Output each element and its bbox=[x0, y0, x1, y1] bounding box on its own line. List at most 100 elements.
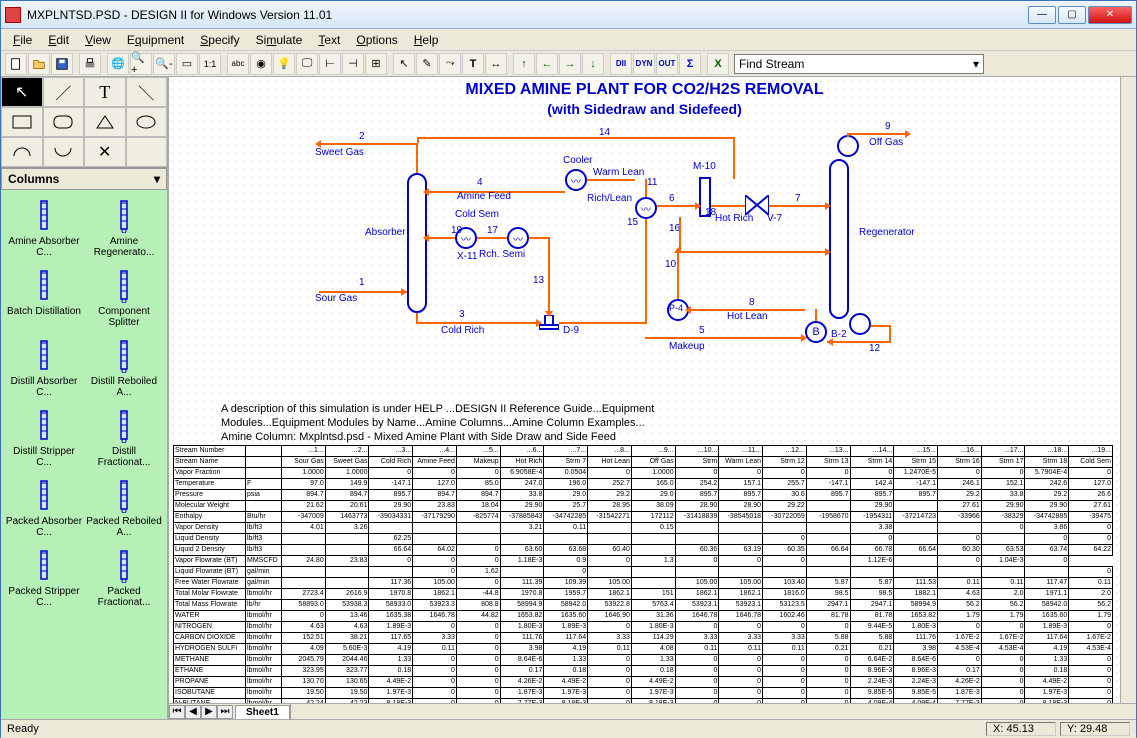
column-item[interactable]: Component Splitter bbox=[85, 264, 163, 332]
arrow-right-icon[interactable]: → bbox=[559, 53, 581, 75]
zoom-fit-icon[interactable]: ▭ bbox=[176, 53, 198, 75]
vertical-scrollbar[interactable] bbox=[1120, 77, 1136, 703]
menu-edit[interactable]: Edit bbox=[40, 31, 77, 49]
pointer-icon[interactable]: ↖ bbox=[393, 53, 415, 75]
sheet-nav-next[interactable]: ▶ bbox=[201, 705, 217, 719]
out-icon[interactable]: OUT bbox=[656, 53, 678, 75]
arc2-tool[interactable] bbox=[43, 137, 85, 167]
text-icon[interactable]: T bbox=[462, 53, 484, 75]
menu-specify[interactable]: Specify bbox=[192, 31, 247, 49]
regen-condenser[interactable] bbox=[837, 135, 859, 157]
pencil-tool[interactable]: ／ bbox=[43, 77, 85, 107]
align-left-icon[interactable]: ⊢ bbox=[319, 53, 341, 75]
monitor-icon[interactable]: 🖵 bbox=[296, 53, 318, 75]
blank-tool[interactable] bbox=[126, 137, 168, 167]
excel-icon[interactable]: X bbox=[707, 53, 729, 75]
column-item[interactable]: Packed Reboiled A... bbox=[85, 474, 163, 542]
arrow-down-icon[interactable]: ↓ bbox=[582, 53, 604, 75]
flowsheet-canvas[interactable]: MIXED AMINE PLANT FOR CO2/H2S REMOVAL (w… bbox=[169, 77, 1120, 703]
new-icon[interactable] bbox=[5, 53, 27, 75]
sheet-nav-last[interactable]: ⏭ bbox=[217, 705, 233, 719]
dii-icon[interactable]: DII bbox=[610, 53, 632, 75]
column-item[interactable]: Distill Absorber C... bbox=[5, 334, 83, 402]
arrow-up-icon[interactable]: ↑ bbox=[513, 53, 535, 75]
column-label: Amine Regenerato... bbox=[85, 236, 163, 258]
s13-label: 13 bbox=[533, 275, 544, 286]
align-center-icon[interactable]: ⊣ bbox=[342, 53, 364, 75]
open-icon[interactable] bbox=[28, 53, 50, 75]
grid-icon[interactable]: ⊞ bbox=[365, 53, 387, 75]
pointer-tool[interactable]: ↖ bbox=[1, 77, 43, 107]
pencil-icon[interactable]: ✎ bbox=[416, 53, 438, 75]
zoom-11-icon[interactable]: 1:1 bbox=[199, 53, 221, 75]
arc-tool[interactable] bbox=[1, 137, 43, 167]
column-item[interactable]: Distill Fractionat... bbox=[85, 404, 163, 472]
triangle-tool[interactable] bbox=[84, 107, 126, 137]
menu-help[interactable]: Help bbox=[406, 31, 447, 49]
v7-unit[interactable] bbox=[745, 195, 769, 215]
column-item[interactable]: Amine Absorber C... bbox=[5, 194, 83, 262]
print-icon[interactable] bbox=[79, 53, 101, 75]
maximize-button[interactable]: ▢ bbox=[1058, 6, 1086, 24]
sheet-nav-first[interactable]: ⏮ bbox=[169, 705, 185, 719]
column-item[interactable]: Packed Absorber C... bbox=[5, 474, 83, 542]
sweetgas-label: Sweet Gas bbox=[315, 147, 364, 158]
x-tool[interactable]: ✕ bbox=[84, 137, 126, 167]
menu-options[interactable]: Options bbox=[348, 31, 405, 49]
menu-file[interactable]: File bbox=[5, 31, 40, 49]
zoom-in-icon[interactable]: 🔍+ bbox=[130, 53, 152, 75]
connect-icon[interactable]: ⤳ bbox=[439, 53, 461, 75]
s12-label: 12 bbox=[869, 343, 880, 354]
minimize-button[interactable]: — bbox=[1028, 6, 1056, 24]
sheet-nav-prev[interactable]: ◀ bbox=[185, 705, 201, 719]
s17-label: 17 bbox=[487, 225, 498, 236]
horizontal-scrollbar[interactable] bbox=[290, 704, 1136, 719]
rect-tool[interactable] bbox=[1, 107, 43, 137]
column-item[interactable]: Packed Fractionat... bbox=[85, 544, 163, 612]
regenerator-unit[interactable] bbox=[829, 159, 849, 319]
s4-label: 4 bbox=[477, 177, 483, 188]
d9-unit[interactable] bbox=[539, 315, 559, 331]
column-item[interactable]: Distill Stripper C... bbox=[5, 404, 83, 472]
column-label: Distill Stripper C... bbox=[5, 446, 83, 468]
column-item[interactable]: Packed Stripper C... bbox=[5, 544, 83, 612]
s7-label: 7 bbox=[795, 193, 801, 204]
columns-header[interactable]: Columns▾ bbox=[1, 168, 167, 190]
hx17-unit[interactable]: 〰 bbox=[507, 227, 529, 249]
roundrect-tool[interactable] bbox=[43, 107, 85, 137]
menu-view[interactable]: View bbox=[77, 31, 119, 49]
b2-unit[interactable]: B bbox=[805, 321, 827, 343]
bulb-icon[interactable]: 💡 bbox=[273, 53, 295, 75]
column-item[interactable]: Batch Distillation bbox=[5, 264, 83, 332]
shape-palette: ↖ ／ T ＼ ✕ bbox=[1, 77, 167, 168]
zoom-out-icon[interactable]: 🔍- bbox=[153, 53, 175, 75]
menu-text[interactable]: Text bbox=[310, 31, 348, 49]
column-item[interactable]: Distill Reboiled A... bbox=[85, 334, 163, 402]
s10-label: 10 bbox=[665, 259, 676, 270]
abc-icon[interactable]: abc bbox=[227, 53, 249, 75]
ellipse-tool[interactable] bbox=[126, 107, 168, 137]
layers-icon[interactable]: ◉ bbox=[250, 53, 272, 75]
find-stream-dropdown[interactable]: Find Stream▾ bbox=[734, 54, 984, 74]
dyn-icon[interactable]: DYN bbox=[633, 53, 655, 75]
cooler-unit[interactable]: 〰 bbox=[565, 169, 587, 191]
makeup-label: Makeup bbox=[669, 341, 705, 352]
column-item[interactable]: Amine Regenerato... bbox=[85, 194, 163, 262]
richlean-unit[interactable]: 〰 bbox=[635, 197, 657, 219]
stream-table[interactable]: Stream Number...1......2......3......4..… bbox=[173, 445, 1113, 719]
menu-equipment[interactable]: Equipment bbox=[119, 31, 192, 49]
menu-simulate[interactable]: Simulate bbox=[248, 31, 311, 49]
sigma-icon[interactable]: Σ bbox=[679, 53, 701, 75]
line-tool[interactable]: ＼ bbox=[126, 77, 168, 107]
column-icon bbox=[30, 478, 58, 514]
text-tool[interactable]: T bbox=[84, 77, 126, 107]
close-button[interactable]: ✕ bbox=[1088, 6, 1132, 24]
arrow-left-icon[interactable]: ← bbox=[536, 53, 558, 75]
offgas-label: Off Gas bbox=[869, 137, 903, 148]
dims-icon[interactable]: ↔ bbox=[485, 53, 507, 75]
zoom-world-icon[interactable]: 🌐 bbox=[107, 53, 129, 75]
coldsemi-label: Cold Sem bbox=[455, 209, 499, 220]
sheet-tab[interactable]: Sheet1 bbox=[235, 705, 290, 719]
regen-reboiler[interactable] bbox=[849, 313, 871, 335]
save-icon[interactable] bbox=[51, 53, 73, 75]
